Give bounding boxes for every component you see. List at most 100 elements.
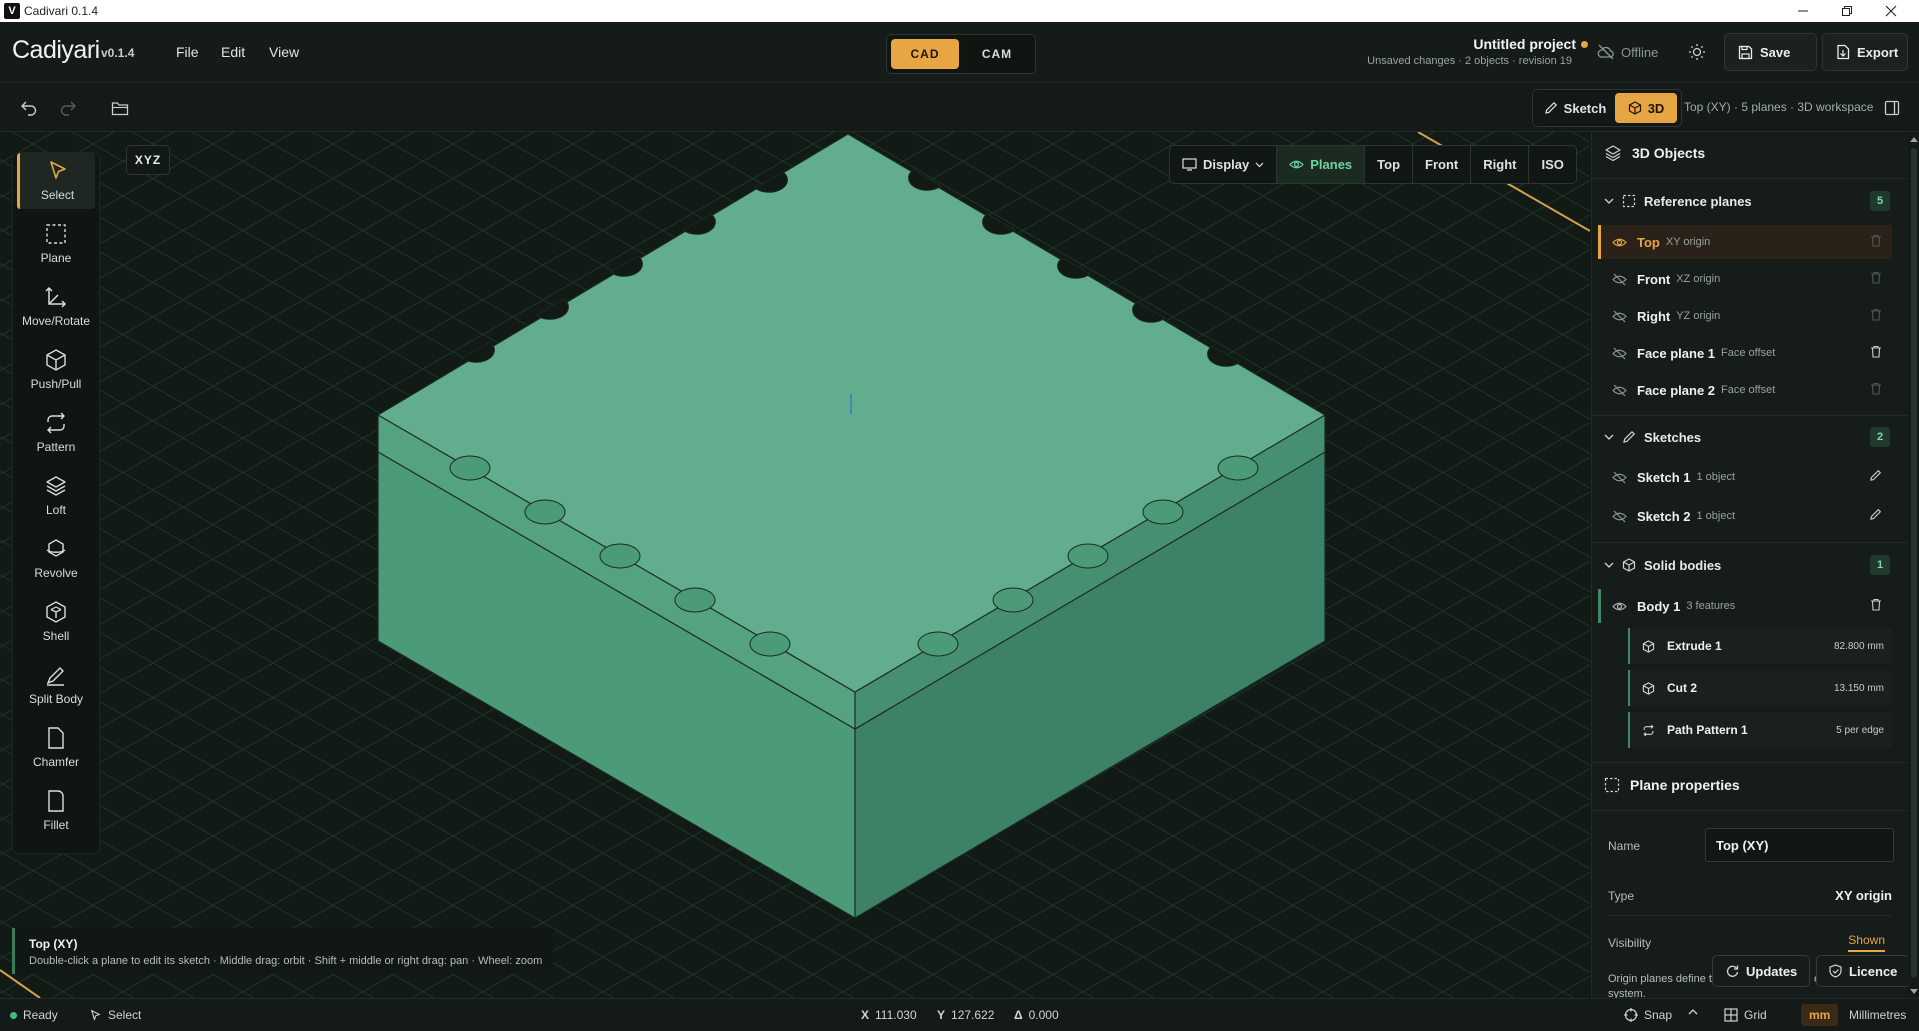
tool-shell[interactable]: Shell	[17, 594, 95, 650]
eye-icon[interactable]	[1612, 237, 1627, 248]
section-reference-planes[interactable]: Reference planes 5	[1604, 184, 1892, 218]
workspace-info: Top (XY) · 5 planes · 3D workspace	[1684, 100, 1874, 114]
feature-extrude-1[interactable]: Extrude 1 82.800 mm	[1628, 628, 1892, 664]
plane-row-top[interactable]: Top XY origin	[1598, 225, 1892, 259]
eye-off-icon[interactable]	[1612, 310, 1627, 323]
menu-file[interactable]: File	[176, 44, 199, 60]
sketch-row-1[interactable]: Sketch 1 1 object	[1598, 460, 1892, 494]
plane-sub: YZ origin	[1676, 310, 1721, 322]
feature-value: 13.150 mm	[1833, 682, 1884, 694]
eye-icon[interactable]	[1612, 601, 1627, 612]
eye-off-icon[interactable]	[1612, 384, 1627, 397]
trash-icon[interactable]	[1870, 308, 1882, 321]
close-icon[interactable]	[1869, 0, 1913, 22]
tool-split-body[interactable]: Split Body	[17, 657, 95, 713]
eye-off-icon[interactable]	[1612, 273, 1627, 286]
trash-icon[interactable]	[1870, 234, 1882, 247]
save-label: Save	[1760, 44, 1791, 60]
offline-label: Offline	[1621, 44, 1659, 60]
panel-scrollbar[interactable]	[1908, 132, 1919, 998]
plane-sub: XY origin	[1665, 236, 1711, 248]
tool-plane[interactable]: Plane	[17, 216, 95, 272]
sketch-row-2[interactable]: Sketch 2 1 object	[1598, 499, 1892, 533]
divider	[1592, 415, 1919, 416]
undo-icon[interactable]	[18, 97, 40, 119]
fillet-icon	[44, 789, 68, 813]
trash-icon[interactable]	[1870, 382, 1882, 395]
licence-button[interactable]: Licence	[1816, 955, 1911, 987]
axis-badge[interactable]: XYZ	[126, 145, 170, 175]
eye-off-icon[interactable]	[1612, 471, 1627, 484]
eye-icon	[1289, 159, 1305, 170]
sketch-sub: 1 object	[1696, 510, 1736, 522]
view-iso-button[interactable]: ISO	[1529, 146, 1575, 183]
plane-row-face-plane-2[interactable]: Face plane 2 Face offset	[1598, 373, 1892, 407]
plane-name-input[interactable]	[1705, 828, 1894, 862]
menu-edit[interactable]: Edit	[221, 44, 245, 60]
eye-off-icon[interactable]	[1612, 510, 1627, 523]
tool-select[interactable]: Select	[17, 153, 95, 209]
plane-row-face-plane-1[interactable]: Face plane 1 Face offset	[1598, 336, 1892, 370]
updates-button[interactable]: Updates	[1712, 955, 1811, 987]
trash-icon[interactable]	[1870, 598, 1882, 611]
3d-viewport[interactable]: Select Plane Move/Rotate Push/Pull Patte…	[0, 132, 1590, 998]
trash-icon[interactable]	[1870, 271, 1882, 284]
theme-toggle[interactable]	[1688, 33, 1706, 71]
panel-toggle-icon[interactable]	[1881, 97, 1903, 119]
save-button[interactable]: Save	[1724, 33, 1817, 71]
active-tool-status: Select	[89, 1008, 141, 1022]
tool-move-rotate[interactable]: Move/Rotate	[17, 279, 95, 335]
plane-row-front[interactable]: Front XZ origin	[1598, 262, 1892, 296]
units-badge[interactable]: mm	[1801, 1004, 1839, 1026]
snap-toggle[interactable]: Snap	[1624, 1008, 1672, 1022]
chevron-down-icon	[1604, 434, 1614, 441]
tool-push-pull[interactable]: Push/Pull	[17, 342, 95, 398]
tool-loft[interactable]: Loft	[17, 468, 95, 524]
view-front-button[interactable]: Front	[1413, 146, 1472, 183]
tool-label: Plane	[40, 251, 72, 265]
toolbar: Sketch 3D Top (XY) · 5 planes · 3D works…	[0, 83, 1919, 132]
section-solid-bodies[interactable]: Solid bodies 1	[1604, 548, 1892, 582]
mode-cad-button[interactable]: CAD	[891, 39, 959, 69]
pencil-icon	[1544, 101, 1558, 115]
visibility-toggle[interactable]: Shown	[1848, 933, 1885, 952]
tool-fillet[interactable]: Fillet	[17, 783, 95, 839]
menu-view[interactable]: View	[269, 44, 299, 60]
tool-pattern[interactable]: Pattern	[17, 405, 95, 461]
trash-icon[interactable]	[1870, 345, 1882, 358]
pencil-icon[interactable]	[1869, 508, 1882, 521]
mode-cam-button[interactable]: CAM	[963, 39, 1031, 69]
folder-icon[interactable]	[109, 97, 131, 119]
export-button[interactable]: Export	[1822, 33, 1908, 71]
count-badge: 1	[1870, 555, 1890, 575]
section-sketches[interactable]: Sketches 2	[1604, 420, 1892, 454]
eye-off-icon[interactable]	[1612, 347, 1627, 360]
tool-revolve[interactable]: Revolve	[17, 531, 95, 587]
tool-chamfer[interactable]: Chamfer	[17, 720, 95, 776]
3d-mode-button[interactable]: 3D	[1615, 93, 1677, 123]
minimize-icon[interactable]	[1781, 0, 1825, 22]
coord-delta-label: Δ	[1014, 1008, 1023, 1022]
sketch-mode-button[interactable]: Sketch	[1537, 93, 1613, 123]
plane-sub: XZ origin	[1676, 273, 1721, 285]
pencil-icon[interactable]	[1869, 469, 1882, 482]
view-right-button[interactable]: Right	[1471, 146, 1530, 183]
feature-name: Cut 2	[1667, 681, 1697, 695]
view-top-button[interactable]: Top	[1365, 146, 1414, 183]
panel-title-label: 3D Objects	[1632, 145, 1706, 161]
feature-cut-2[interactable]: Cut 2 13.150 mm	[1628, 670, 1892, 706]
hint-text: Double-click a plane to edit its sketch …	[29, 955, 543, 967]
grid-toggle[interactable]: Grid	[1724, 1008, 1767, 1022]
snap-options-chevron[interactable]	[1688, 1008, 1698, 1015]
feature-path-pattern-1[interactable]: Path Pattern 1 5 per edge	[1628, 712, 1892, 748]
planes-toggle[interactable]: Planes	[1277, 146, 1366, 183]
model-canvas[interactable]	[0, 132, 1590, 998]
visibility-label: Visibility	[1608, 936, 1652, 950]
display-dropdown[interactable]: Display	[1170, 146, 1278, 183]
coord-x-value: 111.030	[875, 1008, 917, 1022]
redo-icon[interactable]	[57, 97, 79, 119]
restore-icon[interactable]	[1825, 0, 1869, 22]
plane-row-right[interactable]: Right YZ origin	[1598, 299, 1892, 333]
sketch-sub: 1 object	[1696, 471, 1736, 483]
body-row-1[interactable]: Body 1 3 features	[1598, 589, 1892, 623]
